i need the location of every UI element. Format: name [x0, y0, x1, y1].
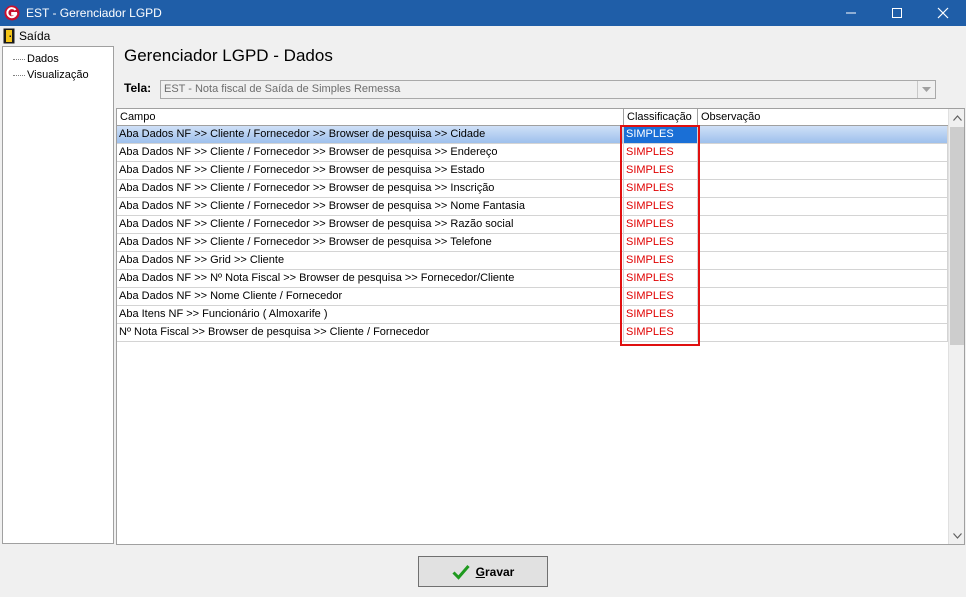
table-row[interactable]: Aba Dados NF >> Nome Cliente / Fornecedo…	[117, 288, 948, 306]
gravar-button[interactable]: Gravar	[418, 556, 548, 587]
gravar-mnemonic: G	[475, 564, 485, 579]
app-logo-icon	[4, 5, 20, 21]
scroll-up-icon[interactable]	[949, 109, 964, 126]
cell-campo: Aba Dados NF >> Grid >> Cliente	[117, 252, 624, 270]
tree-item-label: Dados	[27, 53, 59, 65]
cell-observacao[interactable]	[698, 144, 948, 162]
cell-campo: Aba Dados NF >> Nome Cliente / Fornecedo…	[117, 288, 624, 306]
tree-connector	[13, 58, 25, 60]
cell-classificacao[interactable]: SIMPLES	[624, 216, 698, 234]
gravar-label: Gravar	[476, 565, 515, 579]
cell-classificacao[interactable]: SIMPLES	[624, 180, 698, 198]
table-row[interactable]: Aba Dados NF >> Cliente / Fornecedor >> …	[117, 162, 948, 180]
cell-classificacao[interactable]: SIMPLES	[624, 198, 698, 216]
cell-classificacao[interactable]: SIMPLES	[624, 252, 698, 270]
cell-campo: Aba Dados NF >> Cliente / Fornecedor >> …	[117, 198, 624, 216]
cell-observacao[interactable]	[698, 216, 948, 234]
chevron-down-icon[interactable]	[917, 81, 935, 98]
menu-saida-label: Saída	[19, 28, 51, 43]
window-title: EST - Gerenciador LGPD	[26, 6, 162, 20]
close-icon	[937, 7, 949, 19]
scroll-down-icon[interactable]	[949, 527, 964, 544]
cell-observacao[interactable]	[698, 306, 948, 324]
cell-campo: Aba Dados NF >> Cliente / Fornecedor >> …	[117, 126, 624, 144]
cell-observacao[interactable]	[698, 198, 948, 216]
minimize-button[interactable]	[828, 0, 874, 26]
cell-observacao[interactable]	[698, 162, 948, 180]
column-header-campo[interactable]: Campo	[117, 109, 624, 126]
cell-campo: Nº Nota Fiscal >> Browser de pesquisa >>…	[117, 324, 624, 342]
tree-item-dados[interactable]: Dados	[13, 52, 59, 66]
cell-observacao[interactable]	[698, 288, 948, 306]
cell-campo: Aba Dados NF >> Nº Nota Fiscal >> Browse…	[117, 270, 624, 288]
maximize-icon	[892, 8, 902, 18]
cell-observacao[interactable]	[698, 252, 948, 270]
table-row[interactable]: Aba Dados NF >> Cliente / Fornecedor >> …	[117, 234, 948, 252]
data-grid: Campo Classificação Observação Aba Dados…	[116, 108, 965, 545]
page-title: Gerenciador LGPD - Dados	[124, 46, 333, 65]
table-row[interactable]: Aba Dados NF >> Grid >> Cliente SIMPLES	[117, 252, 948, 270]
table-row[interactable]: Aba Dados NF >> Cliente / Fornecedor >> …	[117, 180, 948, 198]
cell-campo: Aba Dados NF >> Cliente / Fornecedor >> …	[117, 180, 624, 198]
cell-campo: Aba Dados NF >> Cliente / Fornecedor >> …	[117, 216, 624, 234]
tela-select[interactable]: EST - Nota fiscal de Saída de Simples Re…	[160, 80, 936, 99]
cell-observacao[interactable]	[698, 270, 948, 288]
cell-classificacao[interactable]: SIMPLES	[624, 270, 698, 288]
tree-connector	[13, 74, 25, 76]
cell-classificacao[interactable]: SIMPLES	[624, 162, 698, 180]
cell-campo: Aba Dados NF >> Cliente / Fornecedor >> …	[117, 234, 624, 252]
close-button[interactable]	[920, 0, 966, 26]
gravar-label-rest: ravar	[484, 564, 515, 579]
vertical-scrollbar[interactable]	[948, 109, 964, 544]
menu-saida[interactable]: Saída	[3, 27, 50, 44]
cell-classificacao[interactable]: SIMPLES	[624, 144, 698, 162]
tela-select-value: EST - Nota fiscal de Saída de Simples Re…	[164, 83, 401, 95]
exit-door-icon	[3, 28, 15, 43]
tela-label: Tela:	[124, 81, 152, 95]
table-row[interactable]: Aba Dados NF >> Cliente / Fornecedor >> …	[117, 216, 948, 234]
table-row[interactable]: Aba Dados NF >> Nº Nota Fiscal >> Browse…	[117, 270, 948, 288]
menu-bar: Saída	[0, 26, 966, 45]
cell-observacao[interactable]	[698, 234, 948, 252]
cell-observacao[interactable]	[698, 324, 948, 342]
cell-classificacao[interactable]: SIMPLES	[624, 234, 698, 252]
cell-campo: Aba Itens NF >> Funcionário ( Almoxarife…	[117, 306, 624, 324]
table-row[interactable]: Aba Dados NF >> Cliente / Fornecedor >> …	[117, 144, 948, 162]
cell-observacao[interactable]	[698, 180, 948, 198]
tree-item-label: Visualização	[27, 69, 89, 81]
cell-campo: Aba Dados NF >> Cliente / Fornecedor >> …	[117, 144, 624, 162]
tree-item-visualizacao[interactable]: Visualização	[13, 68, 89, 82]
title-bar: EST - Gerenciador LGPD	[0, 0, 966, 26]
table-row[interactable]: Aba Dados NF >> Cliente / Fornecedor >> …	[117, 198, 948, 216]
table-row[interactable]: Nº Nota Fiscal >> Browser de pesquisa >>…	[117, 324, 948, 342]
cell-classificacao[interactable]: SIMPLES	[624, 306, 698, 324]
column-header-classificacao[interactable]: Classificação	[624, 109, 698, 126]
column-header-observacao[interactable]: Observação	[698, 109, 948, 126]
table-row[interactable]: Aba Itens NF >> Funcionário ( Almoxarife…	[117, 306, 948, 324]
navigation-tree: Dados Visualização	[2, 46, 114, 544]
scrollbar-thumb[interactable]	[950, 127, 964, 345]
check-icon	[452, 564, 470, 580]
cell-observacao[interactable]	[698, 126, 948, 144]
cell-classificacao[interactable]: SIMPLES	[624, 288, 698, 306]
minimize-icon	[846, 12, 856, 14]
table-row[interactable]: Aba Dados NF >> Cliente / Fornecedor >> …	[117, 126, 948, 144]
maximize-button[interactable]	[874, 0, 920, 26]
cell-classificacao[interactable]: SIMPLES	[624, 324, 698, 342]
cell-campo: Aba Dados NF >> Cliente / Fornecedor >> …	[117, 162, 624, 180]
cell-classificacao[interactable]: SIMPLES	[624, 126, 698, 144]
